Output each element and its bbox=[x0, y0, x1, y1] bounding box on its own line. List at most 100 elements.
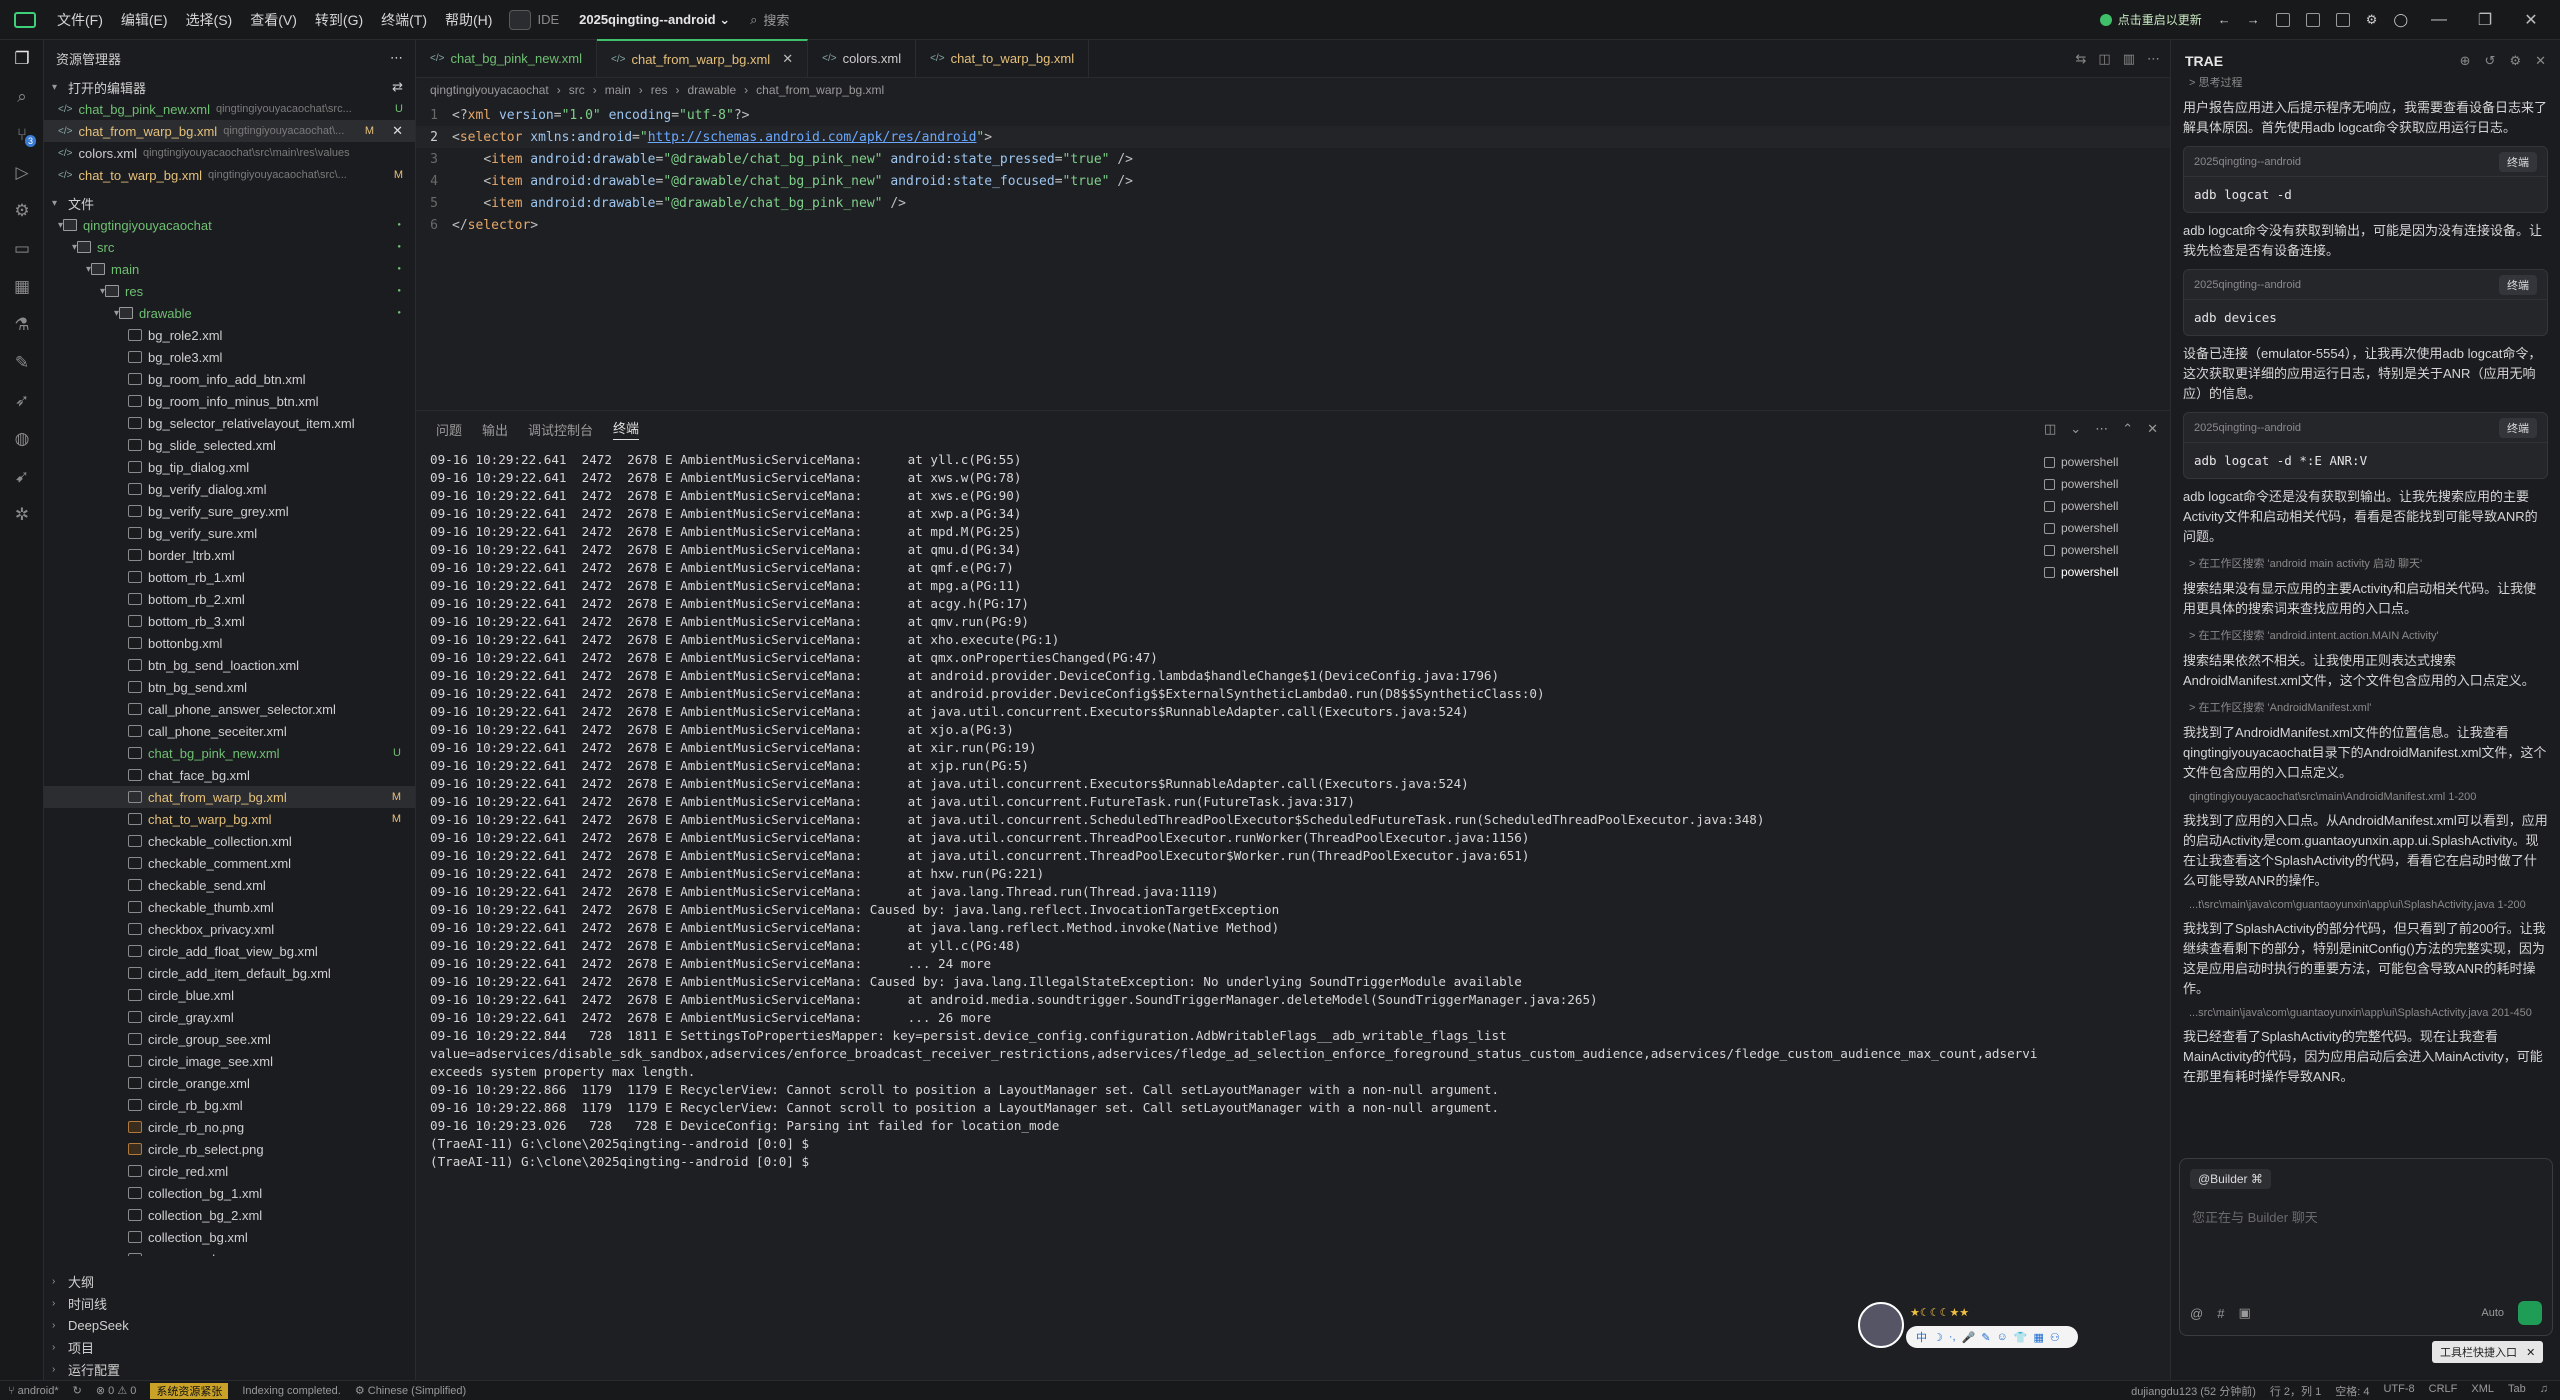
breadcrumb-item[interactable]: qingtingiyouyacaochat bbox=[430, 83, 549, 97]
history-icon[interactable]: ↺ bbox=[2485, 53, 2496, 69]
breadcrumb-item[interactable]: main bbox=[605, 83, 631, 97]
section-1[interactable]: › 时间线 bbox=[44, 1292, 415, 1314]
tab-1[interactable]: </> chat_from_warp_bg.xml ✕ bbox=[597, 39, 809, 77]
tool-call[interactable]: > 在工作区搜索 'android main activity 启动 聊天' bbox=[2183, 555, 2548, 571]
file-item[interactable]: bg_verify_sure_grey.xml bbox=[44, 500, 415, 522]
file-item[interactable]: checkable_comment.xml bbox=[44, 852, 415, 874]
file-item[interactable]: circle_rb_no.png bbox=[44, 1116, 415, 1138]
terminal-output[interactable]: 09-16 10:29:22.641 2472 2678 E AmbientMu… bbox=[430, 451, 2038, 1381]
open-editor-item[interactable]: </> colors.xml qingtingiyouyacaochat\src\m… bbox=[44, 142, 415, 164]
terminal-instance[interactable]: powershell bbox=[2044, 473, 2164, 495]
menu-item-5[interactable]: 终端(T) bbox=[372, 0, 436, 40]
problems-indicator[interactable]: ⊗ 0 ⚠ 0 bbox=[96, 1384, 137, 1397]
file-item[interactable]: btn_bg_send.xml bbox=[44, 676, 415, 698]
file-item[interactable]: border_ltrb.xml bbox=[44, 544, 415, 566]
panel-tab-2[interactable]: 调试控制台 bbox=[528, 420, 593, 439]
account-icon[interactable]: ◯ bbox=[2393, 12, 2408, 28]
avatar[interactable] bbox=[1858, 1302, 1904, 1348]
tool-call[interactable]: ...src\main\java\com\guantaoyunxin\app\u… bbox=[2183, 1007, 2548, 1019]
file-item[interactable]: chat_from_warp_bg.xml M bbox=[44, 786, 415, 808]
file-item[interactable]: bottom_rb_2.xml bbox=[44, 588, 415, 610]
language-indicator[interactable]: ⚙ Chinese (Simplified) bbox=[355, 1384, 466, 1397]
section-2[interactable]: › DeepSeek bbox=[44, 1314, 415, 1336]
folder-drawable[interactable]: ▾ drawable ● bbox=[44, 302, 415, 324]
maximize-button[interactable]: ❐ bbox=[2470, 10, 2500, 30]
file-item[interactable]: circle_group_see.xml bbox=[44, 1028, 415, 1050]
menu-item-1[interactable]: 编辑(E) bbox=[112, 0, 177, 40]
extensions-icon[interactable]: ▦ bbox=[0, 268, 44, 306]
panel-tab-1[interactable]: 输出 bbox=[482, 420, 508, 439]
project-picker[interactable]: 2025qingting--android ⌄ bbox=[579, 12, 730, 28]
breadcrumb-item[interactable]: drawable bbox=[687, 83, 736, 97]
minimize-button[interactable]: — bbox=[2424, 11, 2454, 29]
tool-call[interactable]: > 在工作区搜索 'android.intent.action.MAIN Act… bbox=[2183, 627, 2548, 643]
tab-2[interactable]: </> colors.xml bbox=[808, 39, 917, 77]
flask-icon[interactable]: ⚗ bbox=[0, 306, 44, 344]
file-item[interactable]: circle_rb_select.png bbox=[44, 1138, 415, 1160]
section-3[interactable]: › 项目 bbox=[44, 1336, 415, 1358]
file-item[interactable]: bg_tip_dialog.xml bbox=[44, 456, 415, 478]
image-icon[interactable]: ▣ bbox=[2238, 1305, 2250, 1321]
file-item[interactable]: checkbox_privacy.xml bbox=[44, 918, 415, 940]
file-item[interactable]: bg_room_info_minus_btn.xml bbox=[44, 390, 415, 412]
files-section[interactable]: ▾ 文件 bbox=[44, 192, 415, 214]
plugin-icon[interactable]: ✲ bbox=[0, 496, 44, 534]
file-item[interactable]: btn_bg_send_loaction.xml bbox=[44, 654, 415, 676]
file-item[interactable]: checkable_thumb.xml bbox=[44, 896, 415, 918]
file-item[interactable]: call_phone_seceiter.xml bbox=[44, 720, 415, 742]
search-input[interactable]: ⌕ 搜索 bbox=[750, 10, 1250, 29]
file-item[interactable]: collection_bg_2.xml bbox=[44, 1204, 415, 1226]
remote-icon[interactable]: ▭ bbox=[0, 230, 44, 268]
file-item[interactable]: bg_room_info_add_btn.xml bbox=[44, 368, 415, 390]
breadcrumb-item[interactable]: res bbox=[651, 83, 668, 97]
ide-toggle[interactable]: IDE bbox=[509, 9, 559, 30]
open-terminal-button[interactable]: 终端 bbox=[2499, 274, 2537, 295]
git-blame[interactable]: dujiangdu123 (52 分钟前) bbox=[2131, 1383, 2256, 1399]
maximize-panel-icon[interactable]: ⌃ bbox=[2122, 421, 2133, 437]
panel-tab-3[interactable]: 终端 bbox=[613, 418, 640, 440]
thinking-toggle[interactable]: > 思考过程 bbox=[2183, 74, 2548, 90]
file-item[interactable]: circle_add_float_view_bg.xml bbox=[44, 940, 415, 962]
gear-icon[interactable]: ⚙ bbox=[2366, 12, 2378, 28]
breadcrumb-item[interactable]: src bbox=[569, 83, 585, 97]
close-button[interactable]: ✕ bbox=[2516, 10, 2546, 30]
resource-warning-badge[interactable]: 系统资源紧张 bbox=[150, 1382, 229, 1399]
tool-icon[interactable]: ✎ bbox=[0, 344, 44, 382]
file-item[interactable]: chat_bg_pink_new.xml U bbox=[44, 742, 415, 764]
file-item[interactable]: bg_selector_relativelayout_item.xml bbox=[44, 412, 415, 434]
split-terminal-icon[interactable]: ◫ bbox=[2044, 421, 2056, 437]
run-debug-icon[interactable]: ▷ bbox=[0, 154, 44, 192]
line-ending[interactable]: CRLF bbox=[2429, 1383, 2458, 1399]
folder-qingtingiyouyacaochat[interactable]: ▾ qingtingiyouyacaochat ● bbox=[44, 214, 415, 236]
tool-call[interactable]: qingtingiyouyacaochat\src\main\AndroidMa… bbox=[2183, 791, 2548, 803]
back-arrow-icon[interactable]: ← bbox=[2218, 12, 2231, 27]
source-control-icon[interactable]: ⑂ 3 bbox=[0, 116, 44, 154]
restart-update-button[interactable]: 点击重启以更新 bbox=[2099, 11, 2202, 28]
close-icon[interactable]: ✕ bbox=[782, 51, 793, 67]
quick-toolbar[interactable]: 中 ☽ ·, 🎤 ✎ ☺ 👕 ▦ ⚇ bbox=[1906, 1326, 2078, 1348]
panel-tab-0[interactable]: 问题 bbox=[436, 420, 462, 439]
file-item[interactable]: circle_rb_bg.xml bbox=[44, 1094, 415, 1116]
sync-icon[interactable]: ↻ bbox=[73, 1384, 82, 1397]
folder-src[interactable]: ▾ src ● bbox=[44, 236, 415, 258]
file-item[interactable]: circle_orange.xml bbox=[44, 1072, 415, 1094]
menu-item-0[interactable]: 文件(F) bbox=[48, 0, 112, 40]
builder-agent-chip[interactable]: @Builder ⌘ bbox=[2190, 1169, 2271, 1189]
open-editor-item[interactable]: </> chat_from_warp_bg.xml qingtingiyouyaca… bbox=[44, 120, 415, 142]
file-item[interactable]: bg_role2.xml bbox=[44, 324, 415, 346]
file-item[interactable]: checkable_collection.xml bbox=[44, 830, 415, 852]
file-item[interactable]: chat_face_bg.xml bbox=[44, 764, 415, 786]
folder-main[interactable]: ▾ main ● bbox=[44, 258, 415, 280]
planet-icon[interactable]: ◍ bbox=[0, 420, 44, 458]
more-icon[interactable]: ⋯ bbox=[390, 50, 403, 66]
chat-input-box[interactable]: @Builder ⌘ 您正在与 Builder 聊天 @ # ▣ Auto bbox=[2179, 1158, 2553, 1336]
file-item[interactable]: chat_to_warp_bg.xml M bbox=[44, 808, 415, 830]
close-icon[interactable]: ✕ bbox=[392, 123, 403, 139]
branch-indicator[interactable]: ⑂ android* bbox=[8, 1385, 59, 1397]
new-chat-icon[interactable]: ⊕ bbox=[2460, 53, 2471, 69]
floating-assistant-widget[interactable]: ★☾☾☾★★ 中 ☽ ·, 🎤 ✎ ☺ 👕 ▦ ⚇ bbox=[1858, 1302, 2078, 1348]
code-editor[interactable]: 1 <?xml version="1.0" encoding="utf-8"?> … bbox=[416, 104, 2170, 410]
open-editors-section[interactable]: ▾ 打开的编辑器 ⇄ bbox=[44, 76, 415, 98]
file-item[interactable]: bg_verify_dialog.xml bbox=[44, 478, 415, 500]
file-item[interactable]: call_phone_answer_selector.xml bbox=[44, 698, 415, 720]
